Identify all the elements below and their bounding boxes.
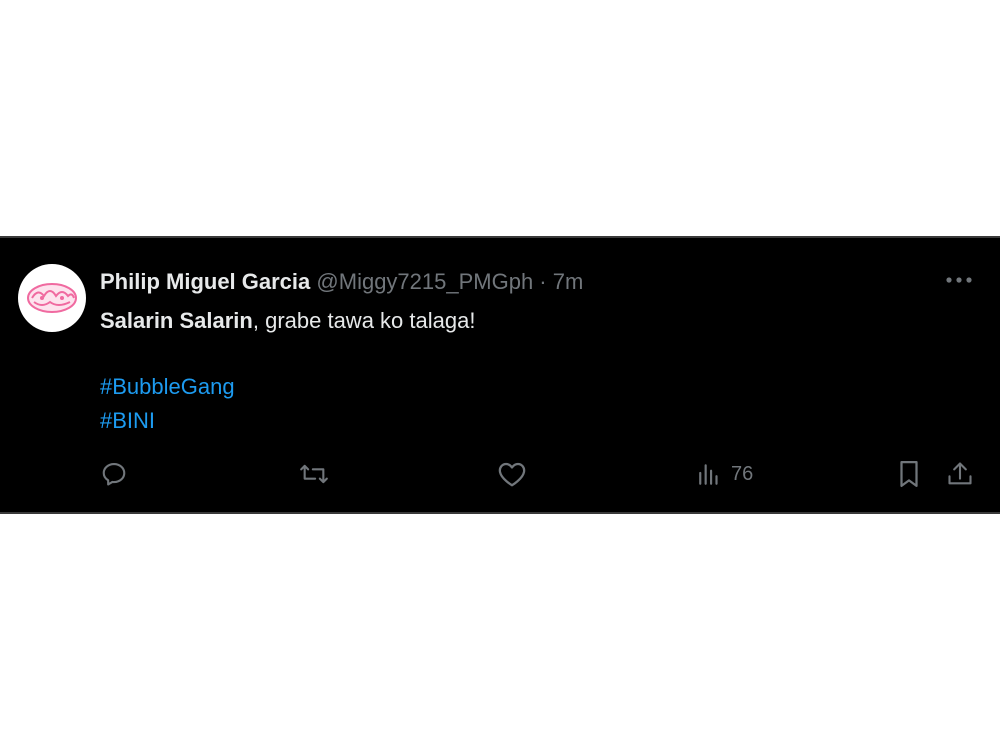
tweet-card: Philip Miguel Garcia @Miggy7215_PMGph · … [0,236,1000,514]
views-icon [699,464,718,485]
more-options-button[interactable] [944,268,974,292]
action-bar: 76 [0,458,1000,494]
views-count: 76 [731,462,754,485]
avatar-logo-icon [27,283,77,313]
display-name[interactable]: Philip Miguel Garcia [100,269,310,294]
tweet-text-rest: , grabe tawa ko talaga! [252,308,476,333]
tweet-text: Salarin Salarin, grabe tawa ko talaga! [100,306,475,336]
like-button[interactable] [497,458,527,490]
reply-icon [102,463,126,486]
timestamp[interactable]: 7m [553,269,584,294]
tweet-header: Philip Miguel Garcia @Miggy7215_PMGph · … [100,268,583,296]
hashtag-list: #BubbleGang #BINI [100,370,235,438]
bookmark-icon [900,461,918,487]
hashtag-bubblegang[interactable]: #BubbleGang [100,370,235,404]
like-icon [498,462,526,487]
user-handle[interactable]: @Miggy7215_PMGph [316,269,533,294]
bookmark-button[interactable] [896,458,922,490]
more-icon [946,277,972,283]
avatar[interactable] [18,264,86,332]
share-icon [948,462,972,485]
hashtag-bini[interactable]: #BINI [100,404,235,438]
tweet-text-bold: Salarin Salarin [100,308,253,333]
separator-dot: · [533,269,553,294]
repost-icon [300,464,328,484]
reply-button[interactable] [100,458,128,490]
views-button[interactable]: 76 [697,458,753,490]
repost-button[interactable] [298,458,330,490]
share-button[interactable] [946,458,974,490]
